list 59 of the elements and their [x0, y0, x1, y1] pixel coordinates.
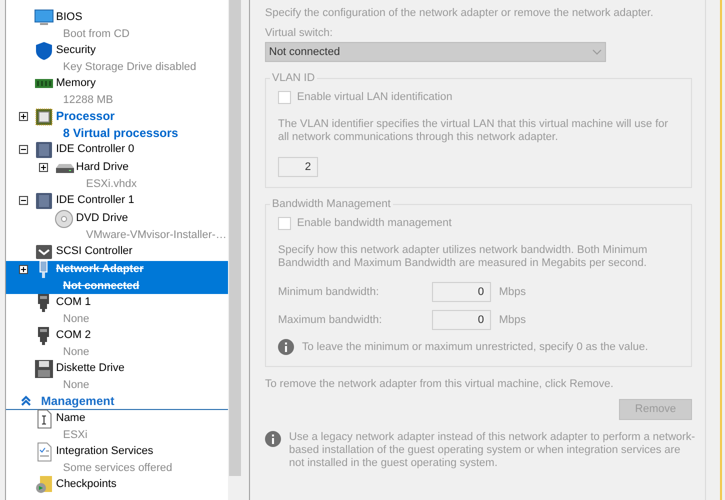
tree-item-label[interactable]: Name — [56, 410, 86, 427]
tree-item-detail: 8 Virtual processors — [62, 125, 180, 141]
tree-item-detail: None — [62, 312, 90, 327]
tree-item-label[interactable]: Hard Drive — [76, 159, 129, 176]
field-label: Maximum bandwidth: — [278, 312, 383, 328]
note-text: Use a legacy network adapter instead of this network adapter to perform a network-based installation of the guest operating system or when integration services are not installed in the guest operating system. — [289, 430, 695, 470]
tree-item-detail: Not connected — [62, 279, 140, 294]
unit-label: Mbps — [499, 312, 526, 328]
collapse-icon[interactable] — [18, 196, 28, 205]
tree-item-detail: Some services offered — [62, 461, 174, 476]
processor-icon — [34, 106, 54, 126]
field-label: Minimum bandwidth: — [278, 284, 380, 300]
tree-item-label[interactable]: Diskette Drive — [56, 360, 124, 377]
monitor-icon — [34, 8, 54, 28]
description-text: To remove the network adapter from this virtual machine, click Remove. — [265, 376, 614, 392]
tree-item-detail: None — [62, 378, 90, 393]
disc-icon — [54, 208, 74, 228]
shield-icon — [34, 40, 54, 60]
tree-item-detail: VMware-VMvisor-Installer-… — [85, 228, 228, 243]
expand-icon[interactable] — [18, 112, 28, 121]
checkbox-label: Enable virtual LAN identification — [297, 90, 452, 105]
caret-icon — [592, 49, 602, 55]
description-text: Specify the configuration of the network adapter or remove the network adapter. — [265, 6, 654, 21]
controller-icon — [34, 190, 54, 210]
note-text: To leave the minimum or maximum unrestricted, specify 0 as the value. — [302, 340, 648, 355]
collapse-icon[interactable] — [18, 145, 28, 154]
expand-icon[interactable] — [18, 265, 28, 274]
group-title: Bandwidth Management — [270, 196, 393, 212]
tree-item-label[interactable]: Checkpoints — [56, 476, 117, 493]
description-text: The VLAN identifier specifies the virtual LAN that this virtual machine will use for all network communications through this network adapter. — [278, 118, 670, 144]
scrollbar-thumb[interactable] — [229, 0, 241, 476]
tree-item-label[interactable]: COM 1 — [56, 294, 91, 311]
tree-item-label[interactable]: DVD Drive — [76, 210, 128, 227]
expand-icon[interactable] — [38, 163, 48, 172]
controller-icon — [34, 140, 54, 160]
tree-item-label[interactable]: IDE Controller 1 — [56, 192, 134, 209]
tree-item-label[interactable]: COM 2 — [56, 327, 91, 344]
tree-item-detail: Key Storage Drive disabled — [62, 60, 198, 75]
tree-item-label[interactable]: Memory — [56, 75, 96, 92]
unit-label: Mbps — [499, 284, 526, 300]
tree-item-detail: None — [62, 345, 90, 360]
tree-item-label[interactable]: Network Adapter — [56, 261, 144, 278]
tree-item-detail: ESXi — [62, 428, 88, 443]
tree-item-detail: ESXi.vhdx — [85, 177, 138, 192]
tree-item-label[interactable]: IDE Controller 0 — [56, 141, 134, 158]
field-label: Virtual switch: — [265, 26, 334, 41]
tree-item-detail: Boot from CD — [62, 27, 131, 42]
info-icon — [265, 430, 281, 446]
tree-item-detail: 12288 MB — [62, 93, 114, 108]
checkpoint-icon — [34, 474, 54, 494]
tree-item-label[interactable]: Security — [56, 42, 96, 59]
tree-item-label[interactable]: Integration Services — [56, 443, 154, 460]
description-text: Specify how this network adapter utilizes network bandwidth. Both Minimum Bandwidth and Maximum Bandwidth are measured in Megabits per second. — [278, 244, 648, 270]
tree-item-label[interactable]: SCSI Controller — [56, 243, 132, 260]
selected-tree-item[interactable]: Network Adapter Not connected — [6, 261, 228, 294]
info-icon — [278, 339, 294, 356]
checkbox-label: Enable bandwidth management — [297, 216, 452, 231]
tree-item-label[interactable]: BIOS — [56, 9, 82, 26]
tree-item-label[interactable]: Processor — [56, 108, 115, 125]
